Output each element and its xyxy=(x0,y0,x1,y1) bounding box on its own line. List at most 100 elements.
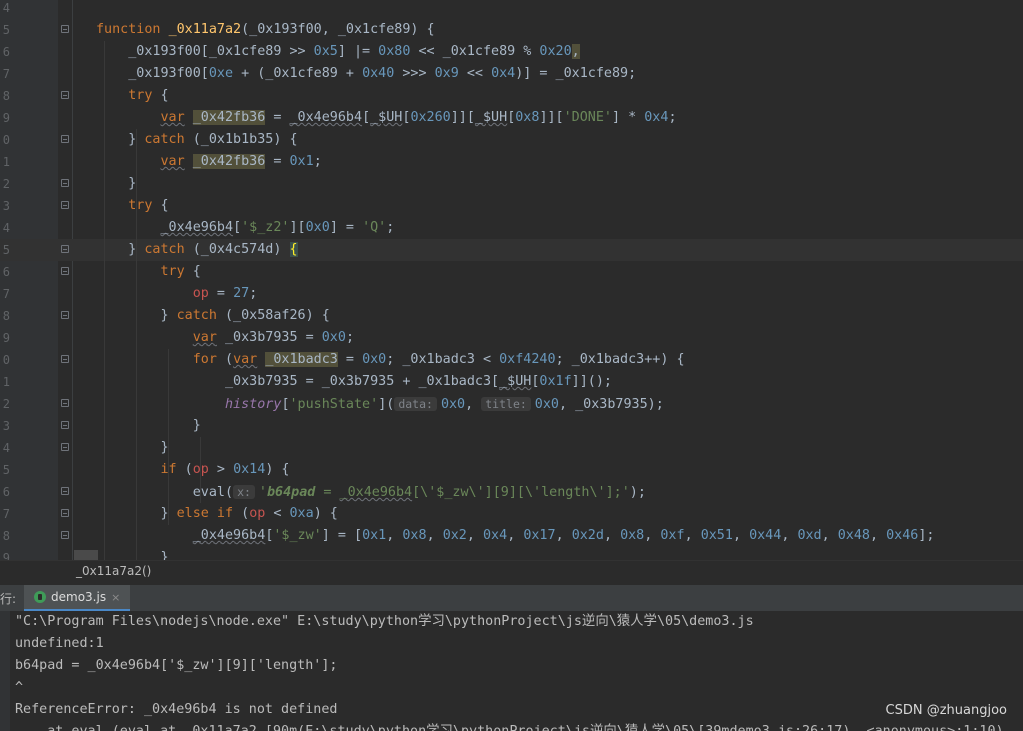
breadcrumb-bar: _0x11a7a2() xyxy=(0,560,1023,585)
fold-icon[interactable] xyxy=(61,25,69,33)
code-text: } xyxy=(96,418,201,433)
code-line[interactable]: 6 try { xyxy=(0,261,1023,283)
code-line[interactable]: 1 var _0x42fb36 = 0x1; xyxy=(0,151,1023,173)
line-number: 8 xyxy=(2,529,10,543)
code-text: try { xyxy=(128,88,169,103)
indent-guide xyxy=(136,129,137,560)
code-line[interactable]: 1 _0x3b7935 = _0x3b7935 + _0x1badc3[_$UH… xyxy=(0,371,1023,393)
code-text: } else if (op < 0xa) { xyxy=(160,506,338,521)
code-text: _0x193f00[0xe + (_0x1cfe89 + 0x40 >>> 0x… xyxy=(96,66,637,81)
line-number: 9 xyxy=(2,331,10,345)
code-line[interactable]: 4 xyxy=(0,0,1023,19)
fold-icon[interactable] xyxy=(61,245,69,253)
code-line[interactable]: 8 _0x4e96b4['$_zw'] = [0x1, 0x8, 0x2, 0x… xyxy=(0,525,1023,547)
fold-icon[interactable] xyxy=(61,531,69,539)
code-line[interactable]: 6 eval(x:'b64pad = _0x4e96b4[\'$_zw\'][9… xyxy=(0,481,1023,503)
close-icon[interactable]: × xyxy=(111,591,120,604)
code-line[interactable]: 2 } xyxy=(0,173,1023,195)
console-line: undefined:1 xyxy=(15,636,104,651)
console-line: ^ xyxy=(15,680,24,695)
code-line[interactable]: 5 function _0x11a7a2(_0x193f00, _0x1cfe89… xyxy=(0,19,1023,41)
fold-icon[interactable] xyxy=(61,179,69,187)
line-number: 6 xyxy=(2,265,10,279)
line-number: 0 xyxy=(2,353,10,367)
code-text: history['pushState'](data: 0x0, title: 0x0… xyxy=(225,397,664,412)
console-output[interactable]: "C:\Program Files\nodejs\node.exe" E:\st… xyxy=(0,611,1023,731)
code-text: _0x4e96b4['$_z2'][0x0] = 'Q'; xyxy=(160,220,395,235)
code-line[interactable]: 7 op = 27; xyxy=(0,283,1023,305)
code-text: var _0x42fb36 = _0x4e96b4[_$UH[0x260]][_… xyxy=(160,110,677,125)
code-text: } catch (_0x4c574d) { xyxy=(96,242,298,257)
line-number: 6 xyxy=(2,45,10,59)
code-text: } catch (_0x1b1b35) { xyxy=(96,132,298,147)
code-line[interactable]: 8 try { xyxy=(0,85,1023,107)
line-number: 8 xyxy=(2,309,10,323)
run-tool-window-header: 行: demo3.js × xyxy=(0,585,1023,612)
line-number: 1 xyxy=(2,155,10,169)
nodejs-icon xyxy=(34,591,46,603)
fold-icon[interactable] xyxy=(61,509,69,517)
line-number: 2 xyxy=(2,177,10,191)
code-text: function _0x11a7a2(_0x193f00, _0x1cfe89)… xyxy=(96,22,435,37)
code-line[interactable]: 9 var _0x3b7935 = 0x0; xyxy=(0,327,1023,349)
line-number: 4 xyxy=(2,221,10,235)
code-text: _0x193f00[_0x1cfe89 >> 0x5] |= 0x80 << _… xyxy=(96,44,580,59)
code-line[interactable]: 0 } catch (_0x1b1b35) { xyxy=(0,129,1023,151)
fold-icon[interactable] xyxy=(61,421,69,429)
fold-icon[interactable] xyxy=(61,311,69,319)
fold-icon[interactable] xyxy=(61,267,69,275)
console-line: at eval (eval at _0x11a7a2 [90m(E:\study… xyxy=(15,721,1003,731)
tab-label: demo3.js xyxy=(51,590,107,604)
fold-icon[interactable] xyxy=(61,201,69,209)
code-line[interactable]: 6 _0x193f00[_0x1cfe89 >> 0x5] |= 0x80 <<… xyxy=(0,41,1023,63)
code-text: _0x4e96b4['$_zw'] = [0x1, 0x8, 0x2, 0x4,… xyxy=(192,528,935,543)
code-line[interactable]: 9 } xyxy=(0,547,1023,560)
code-text: var _0x42fb36 = 0x1; xyxy=(160,154,322,169)
line-number: 3 xyxy=(2,199,10,213)
breadcrumb[interactable]: _0x11a7a2() xyxy=(76,564,151,578)
fold-icon[interactable] xyxy=(61,487,69,495)
code-text: _0x3b7935 = _0x3b7935 + _0x1badc3[_$UH[0… xyxy=(96,374,612,389)
fold-icon[interactable] xyxy=(61,399,69,407)
fold-icon[interactable] xyxy=(61,135,69,143)
code-line[interactable]: 4 } xyxy=(0,437,1023,459)
horizontal-scrollbar-thumb[interactable] xyxy=(74,550,98,560)
line-number: 2 xyxy=(2,397,10,411)
code-line[interactable]: 2 history['pushState'](data: 0x0, title: 0… xyxy=(0,393,1023,415)
indent-guide xyxy=(104,41,105,560)
line-number: 8 xyxy=(2,89,10,103)
code-text: } xyxy=(96,550,169,560)
run-label: 行: xyxy=(0,592,17,606)
code-text: eval(x:'b64pad = _0x4e96b4[\'$_zw\'][9][… xyxy=(96,485,646,500)
line-number: 4 xyxy=(2,441,10,455)
code-line[interactable]: 5 } catch (_0x4c574d) { xyxy=(0,239,1023,261)
code-text: var _0x3b7935 = 0x0; xyxy=(192,330,354,345)
fold-icon[interactable] xyxy=(61,355,69,363)
code-line[interactable]: 8 } catch (_0x58af26) { xyxy=(0,305,1023,327)
code-line[interactable]: 7 } else if (op < 0xa) { xyxy=(0,503,1023,525)
line-number: 7 xyxy=(2,287,10,301)
code-text: } catch (_0x58af26) { xyxy=(160,308,330,323)
code-text: } xyxy=(96,176,137,191)
code-line[interactable]: 5 if (op > 0x14) { xyxy=(0,459,1023,481)
code-line[interactable]: 4 _0x4e96b4['$_z2'][0x0] = 'Q'; xyxy=(0,217,1023,239)
code-editor[interactable]: 4 5 function _0x11a7a2(_0x193f00, _0x1cfe8… xyxy=(0,0,1023,560)
fold-icon[interactable] xyxy=(61,443,69,451)
code-line[interactable]: 7 _0x193f00[0xe + (_0x1cfe89 + 0x40 >>> … xyxy=(0,63,1023,85)
code-text: try { xyxy=(128,198,169,213)
code-text: } xyxy=(96,440,169,455)
code-text: op = 27; xyxy=(192,286,258,301)
code-line[interactable]: 3 try { xyxy=(0,195,1023,217)
line-number: 3 xyxy=(2,419,10,433)
code-line[interactable]: 0 for (var _0x1badc3 = 0x0; _0x1badc3 < … xyxy=(0,349,1023,371)
indent-guide xyxy=(168,349,169,525)
tab-demo3-js[interactable]: demo3.js × xyxy=(24,585,131,611)
line-number: 4 xyxy=(2,1,10,15)
fold-icon[interactable] xyxy=(61,91,69,99)
code-text: for (var _0x1badc3 = 0x0; _0x1badc3 < 0x… xyxy=(192,352,685,367)
watermark: CSDN @zhuangjoo xyxy=(885,703,1007,718)
code-line[interactable]: 3 } xyxy=(0,415,1023,437)
line-number: 1 xyxy=(2,375,10,389)
console-line: b64pad = _0x4e96b4['$_zw'][9]['length']; xyxy=(15,658,338,673)
code-line[interactable]: 9 var _0x42fb36 = _0x4e96b4[_$UH[0x260]]… xyxy=(0,107,1023,129)
